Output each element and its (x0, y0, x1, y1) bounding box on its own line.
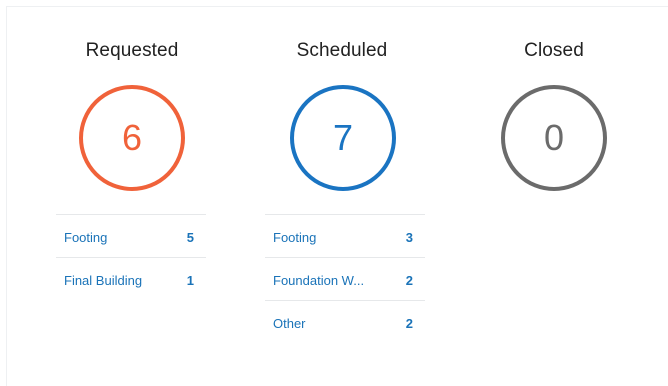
breakdown-label[interactable]: Foundation W... (273, 273, 364, 288)
requested-count-ring[interactable]: 6 (79, 85, 185, 191)
breakdown-label[interactable]: Final Building (64, 273, 142, 288)
breakdown-label[interactable]: Other (273, 316, 306, 331)
breakdown-count: 2 (405, 316, 413, 331)
breakdown-count: 1 (186, 273, 194, 288)
breakdown-label[interactable]: Footing (273, 230, 316, 245)
list-item[interactable]: Other 2 (265, 301, 425, 344)
requested-title: Requested (85, 40, 179, 61)
closed-count-ring[interactable]: 0 (501, 85, 607, 191)
breakdown-count: 3 (405, 230, 413, 245)
scheduled-title: Scheduled (296, 40, 388, 61)
list-item[interactable]: Final Building 1 (56, 258, 206, 301)
closed-count: 0 (543, 117, 565, 158)
requested-count: 6 (121, 117, 143, 158)
breakdown-count: 2 (405, 273, 413, 288)
requested-breakdown-list: Footing 5 Final Building 1 (56, 214, 206, 301)
list-item[interactable]: Foundation W... 2 (265, 258, 425, 301)
closed-title: Closed (524, 40, 584, 61)
scheduled-count: 7 (332, 117, 354, 158)
inspection-status-card: Requested 6 Footing 5 Final Building 1 S… (6, 6, 668, 386)
scheduled-breakdown-list: Footing 3 Foundation W... 2 Other 2 (265, 214, 425, 344)
scheduled-count-ring[interactable]: 7 (290, 85, 396, 191)
breakdown-count: 5 (186, 230, 194, 245)
breakdown-label[interactable]: Footing (64, 230, 107, 245)
list-item[interactable]: Footing 3 (265, 215, 425, 258)
list-item[interactable]: Footing 5 (56, 215, 206, 258)
